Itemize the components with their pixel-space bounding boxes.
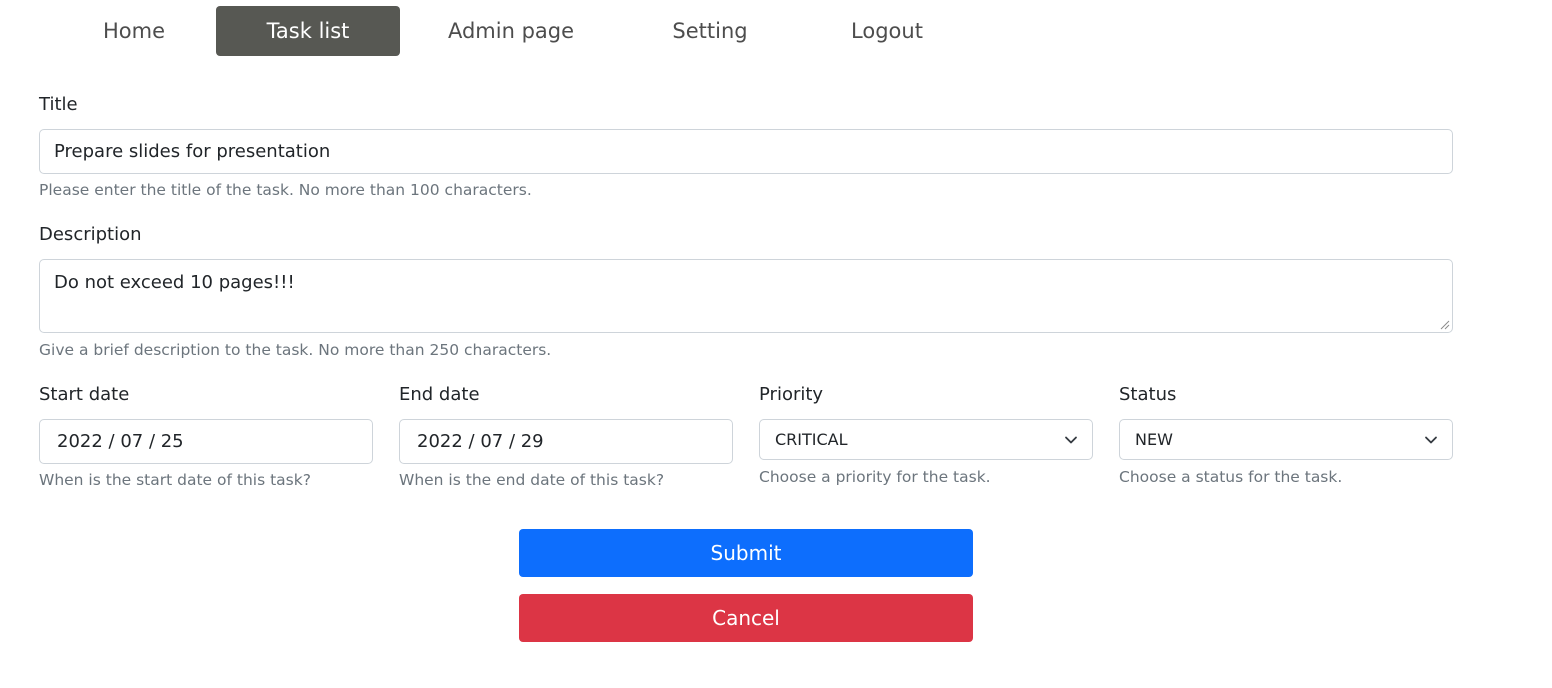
status-help-text: Choose a status for the task. <box>1119 468 1343 486</box>
top-nav: Home Task list Admin page Setting Logout <box>0 0 1552 62</box>
submit-button[interactable]: Submit <box>519 529 973 577</box>
nav-task-list[interactable]: Task list <box>216 6 400 56</box>
cancel-button[interactable]: Cancel <box>519 594 973 642</box>
nav-admin-page[interactable]: Admin page <box>420 6 602 56</box>
title-help-text: Please enter the title of the task. No m… <box>39 181 532 199</box>
end-date-help-text: When is the end date of this task? <box>399 471 665 489</box>
chevron-down-icon <box>1065 436 1077 443</box>
description-textarea-value: Do not exceed 10 pages!!! <box>54 272 295 293</box>
nav-logout[interactable]: Logout <box>818 6 956 56</box>
resize-grip-icon[interactable] <box>1440 320 1450 330</box>
priority-selected-value: CRITICAL <box>775 430 848 449</box>
title-input[interactable]: Prepare slides for presentation <box>39 129 1453 174</box>
chevron-down-icon <box>1425 436 1437 443</box>
start-date-help-text: When is the start date of this task? <box>39 471 311 489</box>
description-label: Description <box>39 224 142 245</box>
status-selected-value: NEW <box>1135 430 1173 449</box>
description-help-text: Give a brief description to the task. No… <box>39 341 552 359</box>
start-date-input[interactable]: 2022 / 07 / 25 <box>39 419 373 464</box>
priority-select[interactable]: CRITICAL <box>759 419 1093 460</box>
priority-label: Priority <box>759 384 824 405</box>
nav-setting[interactable]: Setting <box>640 6 780 56</box>
status-select[interactable]: NEW <box>1119 419 1453 460</box>
end-date-value: 2022 / 07 / 29 <box>417 431 544 452</box>
title-input-value: Prepare slides for presentation <box>54 141 331 162</box>
start-date-label: Start date <box>39 384 130 405</box>
priority-help-text: Choose a priority for the task. <box>759 468 991 486</box>
end-date-input[interactable]: 2022 / 07 / 29 <box>399 419 733 464</box>
status-label: Status <box>1119 384 1177 405</box>
start-date-value: 2022 / 07 / 25 <box>57 431 184 452</box>
nav-home[interactable]: Home <box>70 6 198 56</box>
title-label: Title <box>39 94 78 115</box>
end-date-label: End date <box>399 384 480 405</box>
description-textarea[interactable]: Do not exceed 10 pages!!! <box>39 259 1453 333</box>
